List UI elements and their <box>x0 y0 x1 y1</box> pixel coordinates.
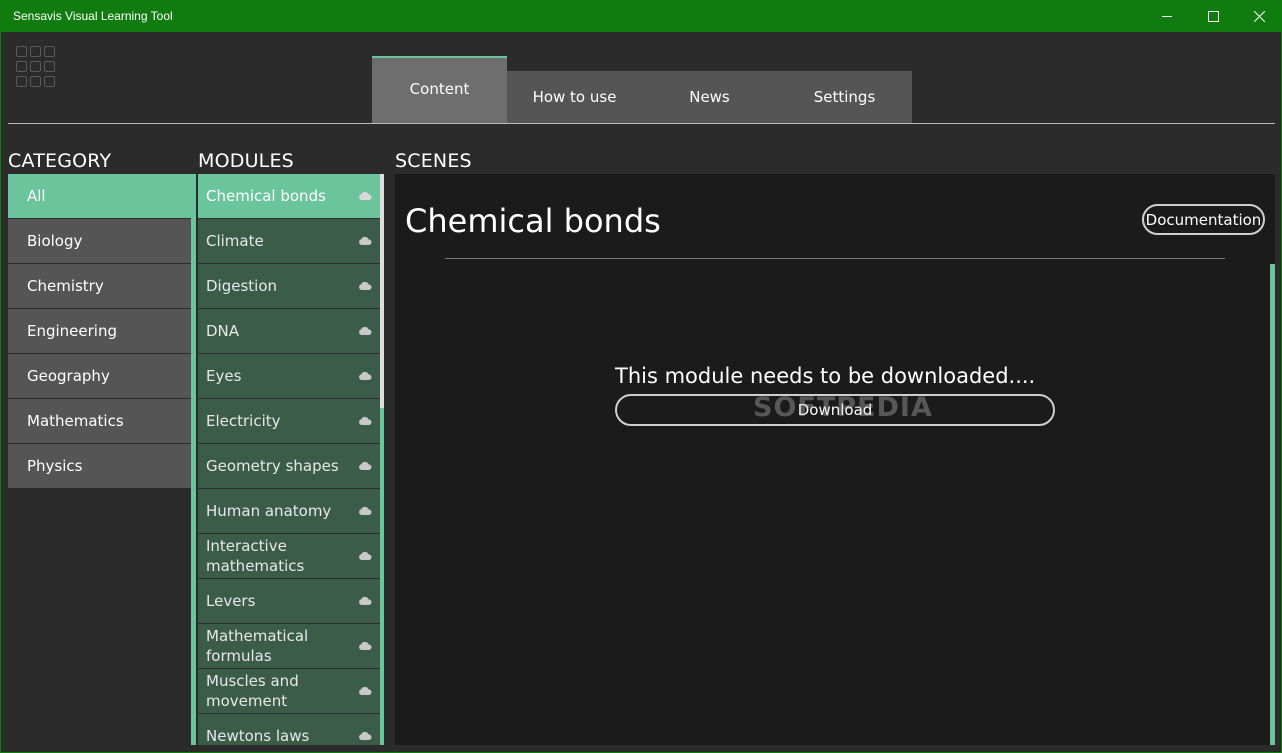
module-list: Chemical bonds Climate Digestion DNA Eye… <box>198 174 380 745</box>
scene-scrollbar[interactable] <box>1270 264 1275 745</box>
cloud-icon <box>359 371 372 380</box>
minimize-button[interactable] <box>1144 0 1190 32</box>
maximize-button[interactable] <box>1190 0 1236 32</box>
module-item[interactable]: Digestion <box>198 264 380 308</box>
module-item[interactable]: Electricity <box>198 399 380 443</box>
category-item-engineering[interactable]: Engineering <box>8 309 191 353</box>
tab-news[interactable]: News <box>642 71 777 123</box>
module-item[interactable]: Geometry shapes <box>198 444 380 488</box>
module-label: DNA <box>206 322 240 340</box>
window-controls <box>1144 0 1282 32</box>
module-label: Chemical bonds <box>206 187 326 205</box>
module-label: Newtons laws <box>206 727 310 745</box>
tab-content[interactable]: Content <box>372 56 507 123</box>
module-label: Human anatomy <box>206 502 332 520</box>
module-item[interactable]: Climate <box>198 219 380 263</box>
cloud-icon <box>359 506 372 515</box>
maximize-icon <box>1207 10 1219 22</box>
scenes-header: SCENES <box>395 150 472 172</box>
cloud-icon <box>359 416 372 425</box>
documentation-button[interactable]: Documentation <box>1142 204 1265 235</box>
module-label: Geometry shapes <box>206 457 339 475</box>
category-item-all[interactable]: All <box>8 174 196 218</box>
category-list: All Biology Chemistry Engineering Geogra… <box>8 174 196 489</box>
module-item[interactable]: Interactive mathematics <box>198 534 380 578</box>
category-item-physics[interactable]: Physics <box>8 444 191 488</box>
close-button[interactable] <box>1236 0 1282 32</box>
module-item[interactable]: Human anatomy <box>198 489 380 533</box>
scene-title: Chemical bonds <box>405 202 661 240</box>
module-label: Eyes <box>206 367 242 385</box>
cloud-icon <box>359 596 372 605</box>
apps-grid-icon[interactable] <box>16 46 58 88</box>
module-item[interactable]: DNA <box>198 309 380 353</box>
tab-how-to-use[interactable]: How to use <box>507 71 642 123</box>
module-item[interactable]: Levers <box>198 579 380 623</box>
scene-divider <box>445 258 1225 259</box>
cloud-icon <box>359 191 372 200</box>
category-accent-bar <box>191 218 196 745</box>
minimize-icon <box>1162 16 1172 17</box>
module-item[interactable]: Muscles and movement <box>198 669 380 713</box>
module-item[interactable]: Chemical bonds <box>198 174 380 218</box>
module-label: Digestion <box>206 277 278 295</box>
module-item[interactable]: Newtons laws <box>198 714 380 745</box>
module-label: Climate <box>206 232 264 250</box>
modules-header: MODULES <box>198 150 294 172</box>
module-label: Mathematical formulas <box>206 627 309 665</box>
category-item-chemistry[interactable]: Chemistry <box>8 264 191 308</box>
module-scrollbar-thumb[interactable] <box>380 174 384 408</box>
download-button[interactable]: Download <box>615 394 1055 426</box>
title-bar[interactable]: Sensavis Visual Learning Tool <box>0 0 1282 32</box>
cloud-icon <box>359 281 372 290</box>
cloud-icon <box>359 686 372 695</box>
main-tabs: Content How to use News Settings <box>372 56 912 123</box>
close-icon <box>1253 10 1265 22</box>
scenes-panel: Chemical bonds Documentation This module… <box>395 174 1275 745</box>
cloud-icon <box>359 326 372 335</box>
module-label: Electricity <box>206 412 281 430</box>
cloud-icon <box>359 236 372 245</box>
module-label: Interactive mathematics <box>206 537 305 575</box>
window-title: Sensavis Visual Learning Tool <box>13 9 173 23</box>
module-label: Levers <box>206 592 256 610</box>
category-header: CATEGORY <box>8 150 112 172</box>
module-label: Muscles and movement <box>206 672 299 710</box>
category-item-biology[interactable]: Biology <box>8 219 191 263</box>
cloud-icon <box>359 641 372 650</box>
tab-divider <box>8 123 1275 124</box>
category-item-mathematics[interactable]: Mathematics <box>8 399 191 443</box>
cloud-icon <box>359 461 372 470</box>
cloud-icon <box>359 551 372 560</box>
cloud-icon <box>359 731 372 740</box>
tab-settings[interactable]: Settings <box>777 71 912 123</box>
download-message: This module needs to be downloaded.... <box>615 364 1036 388</box>
category-item-geography[interactable]: Geography <box>8 354 191 398</box>
module-item[interactable]: Mathematical formulas <box>198 624 380 668</box>
module-item[interactable]: Eyes <box>198 354 380 398</box>
